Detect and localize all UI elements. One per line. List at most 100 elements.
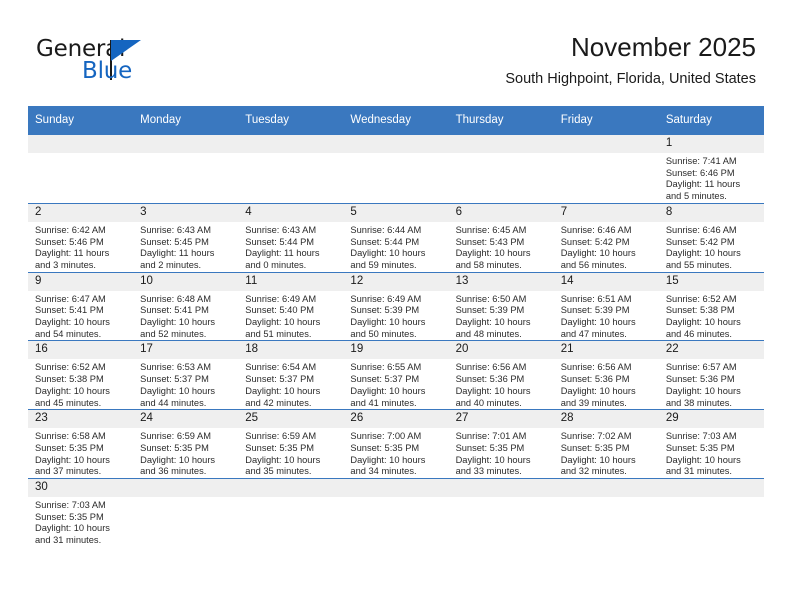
day-sun-info: Sunrise: 6:52 AM Sunset: 5:38 PM Daylight:… xyxy=(659,291,764,341)
calendar-day-cell[interactable]: 11 Sunrise: 6:49 AM Sunset: 5:40 PM Dayligh… xyxy=(238,271,344,341)
calendar-day-cell[interactable]: 7 Sunrise: 6:46 AM Sunset: 5:42 PM Daylight… xyxy=(553,202,659,273)
daylight-duration-line1: Daylight: 10 hours xyxy=(455,317,531,328)
sunrise-time: Sunrise: 6:57 AM xyxy=(665,362,737,373)
day-sun-info: Sunrise: 6:59 AM Sunset: 5:35 PM Daylight:… xyxy=(133,428,238,478)
sunset-time: Sunset: 5:37 PM xyxy=(140,374,209,385)
day-number xyxy=(28,135,134,153)
weekday-header-thursday: Thursday xyxy=(448,106,554,135)
daylight-duration-line1: Daylight: 10 hours xyxy=(455,385,531,396)
calendar-day-cell[interactable]: 13 Sunrise: 6:50 AM Sunset: 5:39 PM Dayligh… xyxy=(448,271,554,341)
daylight-duration-line2: and 54 minutes. xyxy=(35,328,102,339)
calendar-day-cell[interactable]: 17 Sunrise: 6:53 AM Sunset: 5:37 PM Dayligh… xyxy=(133,340,239,410)
calendar-day-cell[interactable]: 3 Sunrise: 6:43 AM Sunset: 5:45 PM Daylight… xyxy=(133,202,239,273)
calendar-day-cell[interactable]: 18 Sunrise: 6:54 AM Sunset: 5:37 PM Dayligh… xyxy=(238,340,344,410)
day-number: 5 xyxy=(343,203,449,222)
day-number: 15 xyxy=(658,272,764,291)
calendar-day-cell[interactable]: 10 Sunrise: 6:48 AM Sunset: 5:41 PM Dayligh… xyxy=(133,271,239,341)
calendar-day-cell[interactable]: 29 Sunrise: 7:03 AM Sunset: 5:35 PM Dayligh… xyxy=(658,409,764,479)
calendar-day-cell[interactable]: 28 Sunrise: 7:02 AM Sunset: 5:35 PM Dayligh… xyxy=(553,409,659,479)
daylight-duration-line1: Daylight: 11 hours xyxy=(245,248,320,259)
day-number xyxy=(133,135,239,153)
calendar-day-cell[interactable]: 27 Sunrise: 7:01 AM Sunset: 5:35 PM Dayligh… xyxy=(448,409,554,479)
weekday-header-sunday: Sunday xyxy=(28,106,134,135)
calendar-day-cell[interactable]: 12 Sunrise: 6:49 AM Sunset: 5:39 PM Dayligh… xyxy=(343,271,449,341)
daylight-duration-line1: Daylight: 10 hours xyxy=(35,385,110,396)
calendar-day-cell[interactable]: 2 Sunrise: 6:42 AM Sunset: 5:46 PM Daylight… xyxy=(28,202,134,273)
calendar-day-cell-empty xyxy=(28,134,134,204)
calendar-day-cell-empty xyxy=(343,478,449,547)
weekday-header-row: Sunday Monday Tuesday Wednesday Thursday… xyxy=(28,106,764,135)
sunrise-time: Sunrise: 6:45 AM xyxy=(455,224,527,235)
calendar-day-cell[interactable]: 23 Sunrise: 6:58 AM Sunset: 5:35 PM Dayligh… xyxy=(28,409,134,479)
day-sun-info: Sunrise: 6:50 AM Sunset: 5:39 PM Daylight:… xyxy=(449,291,554,341)
sunset-time: Sunset: 5:37 PM xyxy=(350,374,420,385)
sunset-time: Sunset: 5:36 PM xyxy=(455,374,525,385)
daylight-duration-line1: Daylight: 10 hours xyxy=(350,317,426,328)
page-title: November 2025 xyxy=(571,32,756,62)
calendar-day-cell-empty xyxy=(133,134,239,204)
day-sun-info: Sunrise: 6:57 AM Sunset: 5:36 PM Daylight:… xyxy=(659,359,764,409)
sunrise-time: Sunrise: 6:55 AM xyxy=(350,362,422,373)
sunrise-time: Sunrise: 7:03 AM xyxy=(35,500,106,511)
calendar-day-cell[interactable]: 9 Sunrise: 6:47 AM Sunset: 5:41 PM Daylight… xyxy=(28,271,134,341)
daylight-duration-line1: Daylight: 10 hours xyxy=(140,454,216,465)
daylight-duration-line1: Daylight: 10 hours xyxy=(350,248,426,259)
daylight-duration-line2: and 36 minutes. xyxy=(140,466,207,477)
sunrise-time: Sunrise: 6:56 AM xyxy=(455,362,527,373)
day-sun-info: Sunrise: 6:51 AM Sunset: 5:39 PM Daylight:… xyxy=(554,291,659,341)
day-sun-info: Sunrise: 6:58 AM Sunset: 5:35 PM Daylight:… xyxy=(28,428,133,478)
sunset-time: Sunset: 5:35 PM xyxy=(665,442,735,453)
calendar-day-cell[interactable]: 30 Sunrise: 7:03 AM Sunset: 5:35 PM Dayligh… xyxy=(28,478,134,547)
calendar-day-cell[interactable]: 16 Sunrise: 6:52 AM Sunset: 5:38 PM Dayligh… xyxy=(28,340,134,410)
daylight-duration-line2: and 33 minutes. xyxy=(455,466,522,477)
calendar-day-cell[interactable]: 21 Sunrise: 6:56 AM Sunset: 5:36 PM Dayligh… xyxy=(553,340,659,410)
sunset-time: Sunset: 5:39 PM xyxy=(350,305,420,316)
daylight-duration-line1: Daylight: 10 hours xyxy=(140,385,216,396)
general-blue-logo[interactable]: General Blue xyxy=(36,36,206,88)
daylight-duration-line2: and 45 minutes. xyxy=(35,397,102,408)
daylight-duration-line1: Daylight: 10 hours xyxy=(665,248,741,259)
calendar-day-cell[interactable]: 8 Sunrise: 6:46 AM Sunset: 5:42 PM Daylight… xyxy=(658,202,764,273)
sunset-time: Sunset: 5:35 PM xyxy=(350,442,420,453)
daylight-duration-line1: Daylight: 10 hours xyxy=(350,454,426,465)
calendar-day-cell[interactable]: 22 Sunrise: 6:57 AM Sunset: 5:36 PM Dayligh… xyxy=(658,340,764,410)
calendar-day-cell[interactable]: 4 Sunrise: 6:43 AM Sunset: 5:44 PM Daylight… xyxy=(238,202,344,273)
day-number: 7 xyxy=(553,203,659,222)
sunrise-time: Sunrise: 6:56 AM xyxy=(560,362,632,373)
sunrise-time: Sunrise: 6:47 AM xyxy=(35,293,106,304)
calendar-day-cell[interactable]: 6 Sunrise: 6:45 AM Sunset: 5:43 PM Daylight… xyxy=(448,202,554,273)
daylight-duration-line2: and 39 minutes. xyxy=(560,397,627,408)
calendar-day-cell[interactable]: 24 Sunrise: 6:59 AM Sunset: 5:35 PM Dayligh… xyxy=(133,409,239,479)
daylight-duration-line2: and 47 minutes. xyxy=(560,328,627,339)
calendar-day-cell[interactable]: 26 Sunrise: 7:00 AM Sunset: 5:35 PM Dayligh… xyxy=(343,409,449,479)
day-number xyxy=(238,135,344,153)
day-number: 4 xyxy=(238,203,344,222)
calendar-day-cell[interactable]: 25 Sunrise: 6:59 AM Sunset: 5:35 PM Dayligh… xyxy=(238,409,344,479)
day-number xyxy=(553,479,659,498)
day-number: 29 xyxy=(658,410,764,429)
day-sun-info: Sunrise: 6:48 AM Sunset: 5:41 PM Daylight:… xyxy=(133,291,238,341)
daylight-duration-line2: and 40 minutes. xyxy=(455,397,522,408)
calendar-day-cell[interactable]: 20 Sunrise: 6:56 AM Sunset: 5:36 PM Dayligh… xyxy=(448,340,554,410)
calendar-day-cell[interactable]: 1 Sunrise: 7:41 AM Sunset: 6:46 PM Daylight… xyxy=(658,134,764,204)
calendar-day-cell-empty xyxy=(343,134,449,204)
calendar-day-cell[interactable]: 14 Sunrise: 6:51 AM Sunset: 5:39 PM Dayligh… xyxy=(553,271,659,341)
day-number xyxy=(133,479,239,498)
sunrise-time: Sunrise: 7:41 AM xyxy=(665,156,737,166)
calendar-day-cell[interactable]: 15 Sunrise: 6:52 AM Sunset: 5:38 PM Dayligh… xyxy=(658,271,764,341)
sunset-time: Sunset: 5:42 PM xyxy=(665,236,735,247)
calendar-day-cell[interactable]: 5 Sunrise: 6:44 AM Sunset: 5:44 PM Daylight… xyxy=(343,202,449,273)
daylight-duration-line2: and 41 minutes. xyxy=(350,397,417,408)
day-number: 1 xyxy=(658,135,764,153)
day-number: 6 xyxy=(448,203,554,222)
day-sun-info: Sunrise: 7:41 AM Sunset: 6:46 PM Daylight:… xyxy=(659,153,764,203)
daylight-duration-line1: Daylight: 10 hours xyxy=(350,385,426,396)
day-sun-info: Sunrise: 6:42 AM Sunset: 5:46 PM Daylight:… xyxy=(28,222,133,272)
day-number xyxy=(553,135,659,153)
daylight-duration-line1: Daylight: 10 hours xyxy=(560,454,636,465)
day-sun-info: Sunrise: 6:56 AM Sunset: 5:36 PM Daylight:… xyxy=(449,359,554,409)
sunrise-time: Sunrise: 6:46 AM xyxy=(560,224,632,235)
daylight-duration-line2: and 56 minutes. xyxy=(560,259,627,270)
calendar-day-cell[interactable]: 19 Sunrise: 6:55 AM Sunset: 5:37 PM Dayligh… xyxy=(343,340,449,410)
daylight-duration-line1: Daylight: 10 hours xyxy=(665,385,741,396)
